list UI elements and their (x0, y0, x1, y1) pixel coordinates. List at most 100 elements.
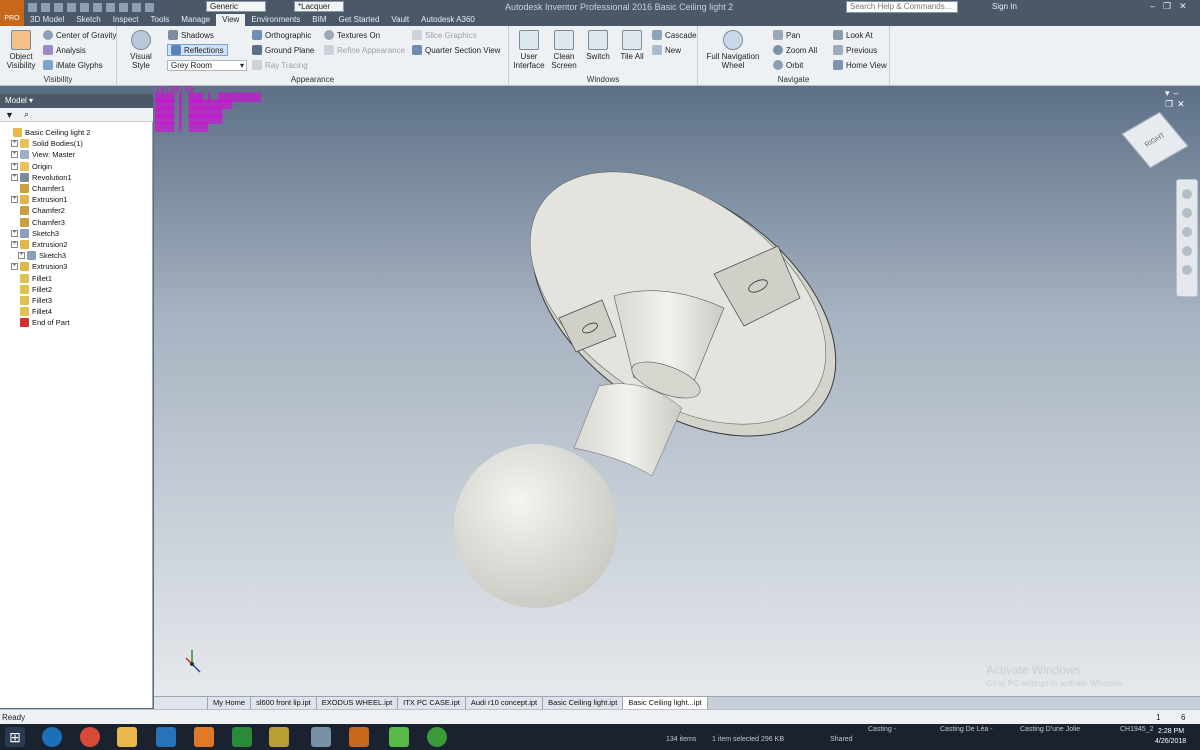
casting-window-2[interactable]: Casting De Léa - (940, 726, 993, 733)
document-tab[interactable]: Audi r10 concept.ipt (465, 697, 544, 709)
look-at-tool-icon[interactable] (1182, 265, 1192, 275)
visual-style-button[interactable]: Visual Style (121, 30, 161, 70)
clock-date[interactable]: 4/26/2018 (1155, 738, 1186, 745)
tree-node[interactable]: + Sketch3 (18, 250, 66, 261)
tree-node[interactable]: + Solid Bodies(1) (11, 138, 83, 149)
pdf-icon[interactable] (269, 727, 289, 747)
imate-glyphs-button[interactable]: iMate Glyphs (43, 60, 103, 70)
new-window-button[interactable]: New (652, 45, 681, 55)
navigation-bar[interactable] (1176, 179, 1198, 297)
casting-window-3[interactable]: Casting D'une Jolie (1020, 726, 1080, 733)
tree-node[interactable]: + Extrusion1 (11, 194, 67, 205)
pan-tool-icon[interactable] (1182, 208, 1192, 218)
tab-sketch[interactable]: Sketch (70, 14, 106, 26)
appearance-icon[interactable] (145, 2, 154, 12)
lighting-style-select[interactable]: Grey Room ▾ (167, 60, 247, 71)
tree-node[interactable]: + Extrusion2 (11, 239, 67, 250)
new-icon[interactable] (28, 2, 37, 12)
tree-node[interactable]: Fillet4 (11, 306, 52, 317)
steering-wheel-icon[interactable] (1182, 189, 1192, 199)
document-tab[interactable]: EXODUS WHEEL.ipt (316, 697, 399, 709)
chrome-icon[interactable] (80, 727, 100, 747)
object-visibility-button[interactable]: Object Visibility (4, 30, 38, 70)
tree-node[interactable]: Chamfer1 (11, 183, 65, 194)
slice-graphics-button[interactable]: Slice Graphics (412, 30, 477, 40)
viewport-window-controls[interactable]: ▾–❐✕ (1165, 88, 1200, 110)
tree-node[interactable]: Chamfer2 (11, 205, 65, 216)
tree-node[interactable]: End of Part (11, 317, 70, 328)
document-switcher-icons[interactable] (154, 697, 208, 709)
material-combo[interactable]: *Lacquer (294, 1, 344, 12)
ground-plane-button[interactable]: Ground Plane (252, 45, 314, 55)
ch-window[interactable]: CH1945_2 (1120, 726, 1153, 733)
center-of-gravity-button[interactable]: Center of Gravity (43, 30, 116, 40)
reflections-button[interactable]: Reflections (167, 44, 228, 56)
open-icon[interactable] (41, 2, 50, 12)
tab-autodesk-a360[interactable]: Autodesk A360 (415, 14, 481, 26)
switch-button[interactable]: Switch (583, 30, 613, 61)
appearance-combo[interactable]: Generic (206, 1, 266, 12)
expand-toggle-icon[interactable]: + (11, 241, 18, 248)
tab-bim[interactable]: BIM (306, 14, 332, 26)
tab-view[interactable]: View (216, 14, 246, 26)
full-navigation-wheel-button[interactable]: Full Navigation Wheel (702, 30, 764, 70)
document-tab[interactable]: ITX PC CASE.ipt (398, 697, 466, 709)
tile-all-button[interactable]: Tile All (617, 30, 647, 61)
quarter-section-view-button[interactable]: Quarter Section View (412, 45, 500, 55)
refine-appearance-button[interactable]: Refine Appearance (324, 45, 405, 55)
find-icon[interactable]: ⌕ (24, 109, 29, 120)
excel-icon[interactable] (232, 727, 252, 747)
save-icon[interactable] (54, 2, 63, 12)
update-icon[interactable] (106, 2, 115, 12)
pan-button[interactable]: Pan (773, 30, 800, 40)
tab-inspect[interactable]: Inspect (107, 14, 145, 26)
document-tab[interactable]: sl600 front lip.ipt (251, 697, 317, 709)
home-icon[interactable] (93, 2, 102, 12)
zoom-all-button[interactable]: Zoom All (773, 45, 817, 55)
xbox-icon[interactable] (427, 727, 447, 747)
undo-icon[interactable] (67, 2, 76, 12)
expand-toggle-icon[interactable]: + (11, 162, 18, 170)
start-button[interactable]: ⊞ (5, 727, 25, 747)
help-search-input[interactable]: Search Help & Commands... (846, 1, 958, 13)
window-controls[interactable]: –❐✕ (1150, 1, 1195, 12)
previous-view-button[interactable]: Previous (833, 45, 877, 55)
model-browser-header[interactable]: Model ▾ (0, 94, 153, 108)
tree-node[interactable]: Chamfer3 (11, 217, 65, 228)
tree-node[interactable]: + Extrusion3 (11, 261, 67, 272)
filter-icon[interactable]: ▼ (5, 110, 14, 120)
sign-in-link[interactable]: Sign In (992, 2, 1017, 11)
casting-window-1[interactable]: Casting - (868, 726, 896, 733)
select-icon[interactable] (119, 2, 128, 12)
document-tab[interactable]: My Home (208, 697, 252, 709)
tree-node[interactable]: + Sketch3 (11, 228, 59, 239)
document-tab[interactable]: Basic Ceiling light.ipt (543, 697, 624, 709)
inventor-taskbar-icon[interactable] (349, 727, 369, 747)
textures-on-button[interactable]: Textures On (324, 30, 380, 40)
file-explorer-icon[interactable] (117, 727, 137, 747)
expand-toggle-icon[interactable]: + (18, 252, 25, 260)
utorrent-icon[interactable] (389, 727, 409, 747)
cascade-button[interactable]: Cascade (652, 30, 697, 40)
tab-tools[interactable]: Tools (145, 14, 176, 26)
tree-node[interactable]: Fillet1 (11, 273, 52, 284)
tab-environments[interactable]: Environments (245, 14, 306, 26)
tree-node[interactable]: Fillet2 (11, 284, 52, 295)
tree-node[interactable]: + View: Master (11, 149, 75, 160)
tab-3d-model[interactable]: 3D Model (24, 14, 70, 26)
expand-toggle-icon[interactable]: + (11, 229, 18, 237)
expand-toggle-icon[interactable]: + (11, 151, 18, 159)
tree-node[interactable]: Fillet3 (11, 295, 52, 306)
kodi-icon[interactable] (156, 727, 176, 747)
ie-icon[interactable] (42, 727, 62, 747)
look-at-button[interactable]: Look At (833, 30, 873, 40)
orbit-tool-icon[interactable] (1182, 246, 1192, 256)
expand-toggle-icon[interactable]: + (11, 173, 18, 181)
orthographic-button[interactable]: Orthographic (252, 30, 311, 40)
tree-node[interactable]: + Revolution1 (11, 172, 72, 183)
ray-tracing-button[interactable]: Ray Tracing (252, 60, 308, 70)
zoom-tool-icon[interactable] (1182, 227, 1192, 237)
shadows-button[interactable]: Shadows (168, 30, 214, 40)
tablet-icon[interactable] (311, 727, 331, 747)
clean-screen-button[interactable]: Clean Screen (549, 30, 579, 70)
